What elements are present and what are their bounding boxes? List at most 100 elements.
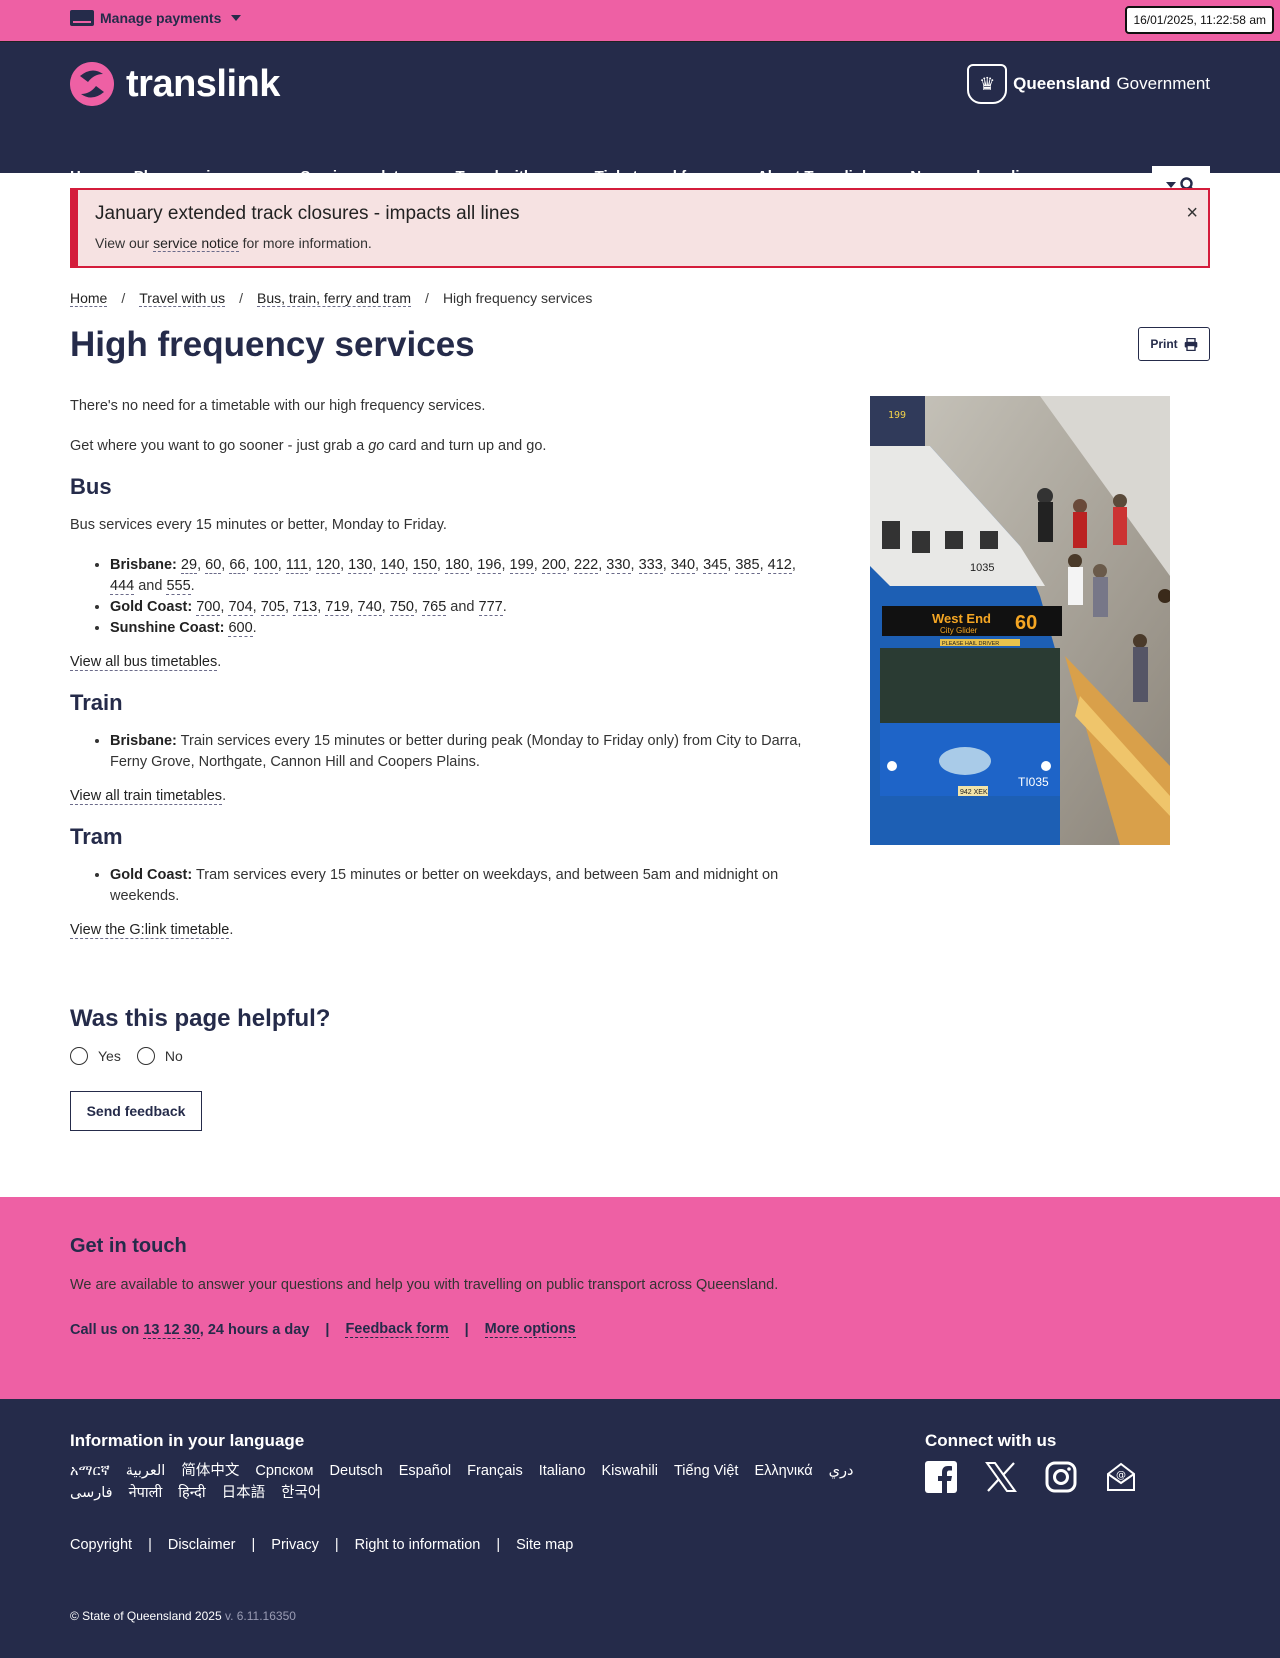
route-link[interactable]: 150 bbox=[412, 557, 437, 574]
language-link[interactable]: Italiano bbox=[539, 1461, 586, 1481]
translink-logo[interactable]: translink bbox=[70, 62, 280, 106]
x-icon[interactable] bbox=[985, 1461, 1017, 1493]
breadcrumb-current: High frequency services bbox=[442, 290, 593, 306]
route-link[interactable]: 765 bbox=[422, 599, 447, 616]
email-icon[interactable]: @ bbox=[1105, 1461, 1137, 1493]
bus-sign-destination: West End bbox=[932, 611, 991, 626]
chevron-down-icon bbox=[878, 173, 889, 180]
bus-list: Brisbane: 29, 60, 66, 100, 111, 120, 130… bbox=[110, 555, 810, 639]
divider: | bbox=[148, 1537, 152, 1553]
queensland-government-logo[interactable]: ♛ Queensland Government bbox=[967, 64, 1210, 104]
nav-item-travel-with-us[interactable]: Travel with us bbox=[455, 168, 573, 185]
glink-timetable-link[interactable]: View the G:link timetable bbox=[70, 922, 230, 939]
route-link[interactable]: 222 bbox=[574, 557, 599, 574]
print-button[interactable]: Print bbox=[1138, 327, 1210, 361]
language-link[interactable]: دري bbox=[829, 1461, 854, 1481]
phone-link[interactable]: 13 12 30 bbox=[143, 1321, 200, 1339]
route-link[interactable]: 740 bbox=[357, 599, 382, 616]
route-link[interactable]: 100 bbox=[253, 557, 278, 574]
route-link[interactable]: 713 bbox=[293, 599, 318, 616]
intro-paragraph: There's no need for a timetable with our… bbox=[70, 398, 486, 414]
breadcrumb-home[interactable]: Home bbox=[70, 290, 108, 307]
route-link[interactable]: 719 bbox=[325, 599, 350, 616]
route-link[interactable]: 345 bbox=[703, 557, 728, 574]
breadcrumb-bus-train[interactable]: Bus, train, ferry and tram bbox=[256, 290, 412, 307]
route-link[interactable]: 60 bbox=[205, 557, 222, 574]
breadcrumb-travel-with-us[interactable]: Travel with us bbox=[139, 290, 226, 307]
route-link[interactable]: 705 bbox=[260, 599, 285, 616]
language-link[interactable]: Français bbox=[467, 1461, 523, 1481]
language-link[interactable]: नेपाली bbox=[129, 1483, 163, 1503]
language-link[interactable]: Српском bbox=[255, 1461, 313, 1481]
route-link[interactable]: 555 bbox=[166, 578, 191, 595]
main-content: There's no need for a timetable with our… bbox=[70, 396, 810, 960]
yes-label: Yes bbox=[98, 1048, 121, 1064]
language-link[interactable]: हिन्दी bbox=[178, 1483, 205, 1503]
route-link[interactable]: 750 bbox=[389, 599, 414, 616]
route-link[interactable]: 111 bbox=[285, 557, 308, 574]
route-link[interactable]: 120 bbox=[315, 557, 341, 574]
route-link[interactable]: 444 bbox=[110, 578, 135, 595]
svg-text:199: 199 bbox=[888, 410, 906, 421]
route-links: 700, 704, 705, 713, 719, 740, 750, 765 a… bbox=[196, 599, 507, 616]
nav-item-plan-your-journey[interactable]: Plan your journey bbox=[134, 168, 279, 185]
instagram-icon[interactable] bbox=[1045, 1461, 1077, 1493]
list-item: Brisbane: 29, 60, 66, 100, 111, 120, 130… bbox=[110, 555, 810, 597]
route-link[interactable]: 66 bbox=[229, 557, 246, 574]
route-link[interactable]: 330 bbox=[606, 557, 631, 574]
language-link[interactable]: فارسی bbox=[70, 1483, 113, 1503]
language-link[interactable]: 日本語 bbox=[222, 1483, 266, 1503]
language-link[interactable]: አማርኛ bbox=[70, 1461, 110, 1481]
chevron-down-icon bbox=[423, 173, 434, 180]
legal-link-disclaimer[interactable]: Disclaimer bbox=[168, 1537, 236, 1553]
route-link[interactable]: 385 bbox=[735, 557, 760, 574]
language-link[interactable]: 简体中文 bbox=[181, 1461, 239, 1481]
route-link[interactable]: 29 bbox=[180, 557, 198, 574]
route-link[interactable]: 704 bbox=[228, 599, 253, 616]
no-radio[interactable] bbox=[136, 1047, 155, 1065]
send-feedback-button[interactable]: Send feedback bbox=[70, 1091, 202, 1131]
close-icon[interactable]: × bbox=[1186, 202, 1198, 225]
service-notice-link[interactable]: service notice bbox=[153, 235, 239, 252]
bus-timetables-link[interactable]: View all bus timetables bbox=[70, 654, 218, 671]
call-us: Call us on 13 12 30, 24 hours a day bbox=[70, 1321, 309, 1339]
feedback-form-link[interactable]: Feedback form bbox=[345, 1321, 449, 1338]
svg-text:@: @ bbox=[1116, 1470, 1126, 1481]
route-link[interactable]: 412 bbox=[767, 557, 792, 574]
bus-photo: 199 1035 West End City Glider 60 PLEASE … bbox=[870, 396, 1170, 845]
list-item: Sunshine Coast: 600. bbox=[110, 618, 810, 639]
language-link[interactable]: 한국어 bbox=[281, 1483, 321, 1503]
legal-link-privacy[interactable]: Privacy bbox=[271, 1537, 319, 1553]
route-link[interactable]: 180 bbox=[444, 557, 470, 574]
nav-item-tickets-and-fares[interactable]: Tickets and fares bbox=[595, 168, 735, 185]
legal-link-right-to-information[interactable]: Right to information bbox=[355, 1537, 481, 1553]
nav-item-news-and-media[interactable]: News and media bbox=[910, 168, 1046, 185]
nav-item-about-translink[interactable]: About Translink bbox=[757, 168, 889, 185]
facebook-icon[interactable] bbox=[925, 1461, 957, 1493]
language-link[interactable]: Deutsch bbox=[330, 1461, 383, 1481]
yes-radio[interactable] bbox=[70, 1047, 88, 1065]
language-link[interactable]: Español bbox=[399, 1461, 451, 1481]
language-link[interactable]: Ελληνικά bbox=[754, 1461, 812, 1481]
route-link[interactable]: 333 bbox=[638, 557, 663, 574]
route-link[interactable]: 600 bbox=[228, 620, 253, 637]
language-link[interactable]: Kiswahili bbox=[602, 1461, 658, 1481]
legal-link-copyright[interactable]: Copyright bbox=[70, 1537, 132, 1553]
train-timetables-link[interactable]: View all train timetables bbox=[70, 788, 223, 805]
route-link[interactable]: 130 bbox=[348, 557, 373, 574]
route-link[interactable]: 340 bbox=[670, 557, 696, 574]
language-link[interactable]: العربية bbox=[126, 1461, 166, 1481]
nav-item-service-updates[interactable]: Service updates bbox=[300, 168, 434, 185]
route-link[interactable]: 777 bbox=[478, 599, 503, 616]
nav-item-home[interactable]: Home bbox=[70, 168, 112, 185]
manage-payments-menu[interactable]: Manage payments bbox=[70, 10, 242, 26]
route-link[interactable]: 200 bbox=[541, 557, 566, 574]
route-links: 29, 60, 66, 100, 111, 120, 130, 140, 150… bbox=[110, 557, 796, 595]
route-link[interactable]: 199 bbox=[509, 557, 534, 574]
legal-link-site-map[interactable]: Site map bbox=[516, 1537, 573, 1553]
language-link[interactable]: Tiếng Việt bbox=[674, 1461, 739, 1481]
more-options-link[interactable]: More options bbox=[484, 1321, 576, 1338]
route-link[interactable]: 140 bbox=[380, 557, 405, 574]
route-link[interactable]: 196 bbox=[477, 557, 502, 574]
route-link[interactable]: 700 bbox=[196, 599, 221, 616]
